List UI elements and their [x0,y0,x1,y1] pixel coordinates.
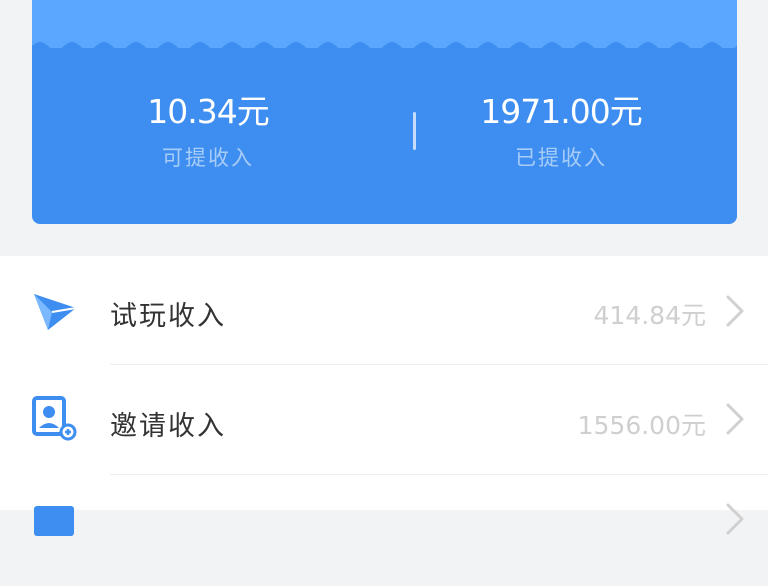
withdrawn-income-stat[interactable]: 1971.00元 已提收入 [385,92,737,172]
withdrawn-income-amount: 1971.00元 [480,92,642,131]
pending-income-label: 可提收入 [162,146,254,170]
list-item-title: 邀请收入 [110,411,226,442]
withdrawn-income-label: 已提收入 [515,146,607,170]
list-item-other-income[interactable] [0,476,768,586]
card-wave-divider [32,42,737,54]
list-item-invite-income[interactable]: 邀请收入 1556.00元 [0,366,768,476]
chevron-right-icon [726,503,744,535]
pending-income-amount: 10.34元 [147,92,269,131]
chevron-right-icon [726,403,744,435]
card-icon [34,506,74,536]
income-list: 试玩收入 414.84元 邀请收入 1556.00元 [0,256,768,536]
row-separator [110,364,768,365]
list-item-value: 1556.00元 [577,411,706,440]
list-item-trial-income[interactable]: 试玩收入 414.84元 [0,256,768,366]
invite-user-icon [32,396,77,441]
chevron-right-icon [726,295,744,327]
row-separator [110,474,768,475]
list-item-title: 试玩收入 [110,301,226,332]
income-summary-card: 10.34元 可提收入 1971.00元 已提收入 [32,0,737,224]
pending-income-stat[interactable]: 10.34元 可提收入 [32,92,384,172]
list-item-value: 414.84元 [593,301,706,330]
paper-plane-icon [34,294,77,330]
